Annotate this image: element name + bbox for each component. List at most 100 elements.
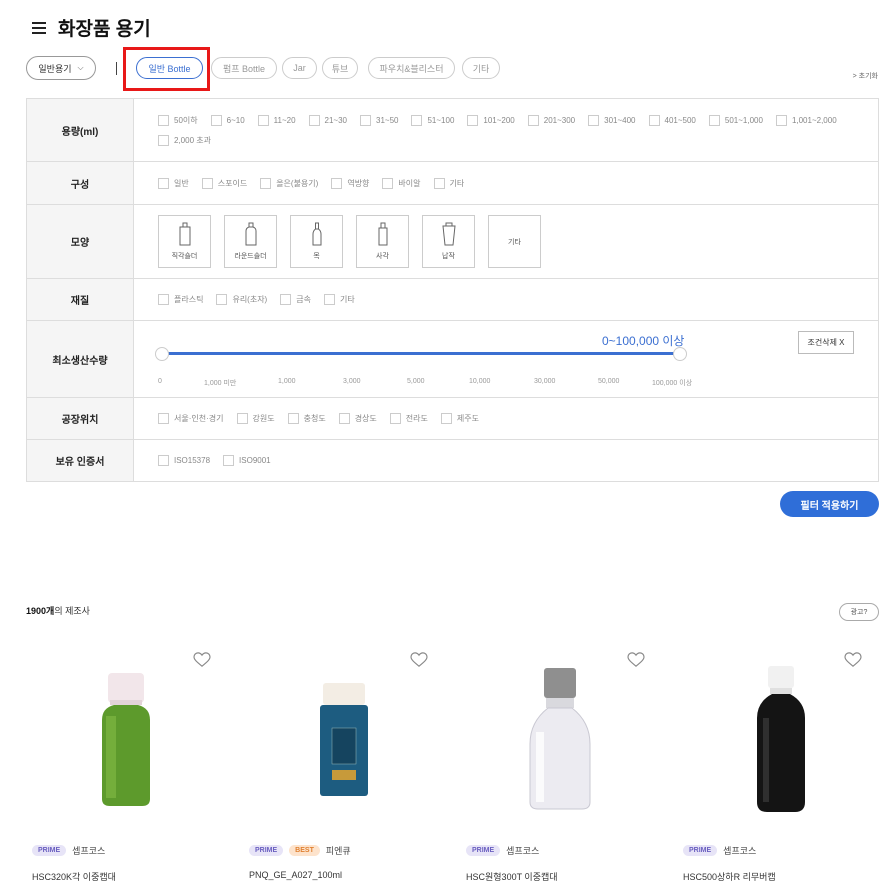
- filter-option[interactable]: ISO15378: [158, 455, 210, 466]
- filter-option[interactable]: 경상도: [338, 413, 377, 424]
- filter-option[interactable]: 기타: [433, 177, 464, 189]
- product-card[interactable]: PRIME 셉프코스 HSC320K각 이중캡대: [26, 650, 236, 890]
- checkbox[interactable]: [158, 177, 169, 189]
- filter-option[interactable]: 21~30: [308, 114, 347, 126]
- checkbox[interactable]: [216, 294, 228, 305]
- category-select[interactable]: 일반용기 ⌵: [26, 56, 96, 80]
- checkbox[interactable]: [389, 413, 401, 424]
- product-name[interactable]: PNQ_GE_A027_100ml: [249, 870, 342, 880]
- moq-slider-min-handle[interactable]: [155, 347, 169, 361]
- shape-option-square-shoulder[interactable]: 직각숄더: [158, 215, 211, 268]
- checkbox[interactable]: [648, 114, 660, 126]
- moq-slider: 0~100,000 이상 0 1,000 미만 1,000 3,000 5,00…: [155, 321, 854, 397]
- checkbox[interactable]: [236, 413, 248, 424]
- filter-option[interactable]: 201~300: [527, 114, 575, 126]
- checkbox[interactable]: [323, 294, 335, 305]
- checkbox[interactable]: [158, 134, 169, 146]
- filter-label-capacity: 용량(ml): [27, 99, 134, 161]
- category-pill-pouch-blister[interactable]: 파우치&블리스터: [368, 57, 455, 79]
- checkbox[interactable]: [775, 114, 787, 126]
- filter-option[interactable]: 101~200: [467, 114, 515, 126]
- checkbox[interactable]: [158, 455, 169, 466]
- filter-option[interactable]: 11~20: [257, 114, 296, 126]
- filter-option[interactable]: 제주도: [440, 413, 479, 424]
- checkbox[interactable]: [338, 413, 350, 424]
- checkbox[interactable]: [223, 455, 235, 466]
- reset-link[interactable]: > 초기화: [853, 71, 878, 81]
- filter-option-label: 301~400: [604, 115, 636, 125]
- filter-option[interactable]: 플라스틱: [158, 294, 203, 305]
- shape-option-neck[interactable]: 목: [290, 215, 343, 268]
- clear-conditions-button[interactable]: 조건삭제 X: [798, 331, 854, 354]
- filter-option[interactable]: 일반: [158, 177, 189, 189]
- product-card[interactable]: PRIME 셉프코스 HSC원형300T 이중캡대: [460, 650, 670, 890]
- checkbox[interactable]: [467, 114, 479, 126]
- product-badges: PRIME 셉프코스: [683, 844, 756, 857]
- apply-filter-button[interactable]: 필터 적용하기: [780, 491, 879, 517]
- filter-option[interactable]: 바이알: [382, 177, 421, 189]
- product-card[interactable]: PRIME BEST 피엔큐 PNQ_GE_A027_100ml: [243, 650, 453, 890]
- category-pill-jar[interactable]: Jar: [282, 57, 317, 79]
- product-name[interactable]: HSC320K각 이중캡대: [32, 870, 116, 883]
- filter-label-material: 재질: [27, 279, 134, 320]
- moq-slider-track[interactable]: [163, 352, 680, 355]
- filter-option[interactable]: 301~400: [588, 114, 636, 126]
- checkbox[interactable]: [331, 177, 343, 189]
- checkbox[interactable]: [382, 177, 394, 189]
- product-name[interactable]: HSC원형300T 이중캡대: [466, 870, 558, 883]
- filter-option[interactable]: 50이하: [158, 114, 198, 126]
- checkbox[interactable]: [260, 177, 272, 189]
- hamburger-menu-icon[interactable]: [32, 21, 46, 34]
- checkbox[interactable]: [158, 114, 169, 126]
- shape-option-label: 라운드숄더: [234, 253, 267, 260]
- filter-option[interactable]: 2,000 초과: [158, 134, 211, 146]
- cert-options: ISO15378 ISO9001: [158, 440, 854, 481]
- checkbox[interactable]: [527, 114, 539, 126]
- checkbox[interactable]: [360, 114, 371, 126]
- checkbox[interactable]: [708, 114, 720, 126]
- category-pill-pump-bottle[interactable]: 펌프 Bottle: [211, 57, 277, 79]
- filter-option[interactable]: 강원도: [236, 413, 275, 424]
- checkbox[interactable]: [411, 114, 423, 126]
- checkbox[interactable]: [210, 114, 222, 126]
- checkbox[interactable]: [158, 294, 169, 305]
- checkbox[interactable]: [158, 413, 169, 424]
- shape-option-square[interactable]: 사각: [356, 215, 409, 268]
- filter-option[interactable]: 스포이드: [201, 177, 247, 189]
- filter-option[interactable]: 6~10: [210, 114, 245, 126]
- checkbox[interactable]: [257, 114, 269, 126]
- filter-option[interactable]: 501~1,000: [708, 114, 763, 126]
- filter-option[interactable]: 유리(초자): [216, 294, 267, 305]
- filter-option[interactable]: 전라도: [389, 413, 428, 424]
- filter-option-label: 기타: [339, 295, 355, 304]
- checkbox[interactable]: [440, 413, 452, 424]
- checkbox[interactable]: [201, 177, 213, 189]
- shape-option-etc[interactable]: 기타: [488, 215, 541, 268]
- filter-option[interactable]: 올은(불용기): [260, 177, 318, 189]
- ad-info-button[interactable]: 광고?: [839, 603, 879, 621]
- checkbox[interactable]: [588, 114, 600, 126]
- filter-option[interactable]: 금속: [280, 294, 311, 305]
- checkbox[interactable]: [433, 177, 445, 189]
- shape-option-round-shoulder[interactable]: 라운드숄더: [224, 215, 277, 268]
- filter-label-cert: 보유 인증서: [27, 440, 134, 481]
- moq-slider-max-handle[interactable]: [673, 347, 687, 361]
- category-pill-tube[interactable]: 튜브: [322, 57, 358, 79]
- shape-option-flat[interactable]: 납작: [422, 215, 475, 268]
- filter-option[interactable]: 역방향: [331, 177, 369, 189]
- filter-option[interactable]: 충청도: [287, 413, 326, 424]
- filter-option[interactable]: 기타: [323, 294, 355, 305]
- category-pill-etc[interactable]: 기타: [462, 57, 500, 79]
- product-name[interactable]: HSC500상하R 리무버캡: [683, 870, 776, 883]
- checkbox[interactable]: [280, 294, 292, 305]
- checkbox[interactable]: [287, 413, 299, 424]
- filter-option[interactable]: 1,001~2,000: [775, 114, 837, 126]
- checkbox[interactable]: [308, 114, 320, 126]
- product-card[interactable]: PRIME 셉프코스 HSC500상하R 리무버캡: [677, 650, 887, 890]
- capacity-options: 50이하 6~10 11~20 21~30 31~50 51~100 101~200 201~…: [158, 99, 854, 161]
- filter-option[interactable]: 51~100: [411, 114, 454, 126]
- filter-option[interactable]: 서울·인천·경기: [158, 413, 224, 424]
- filter-option[interactable]: 31~50: [360, 114, 398, 126]
- filter-option[interactable]: 401~500: [648, 114, 696, 126]
- filter-option[interactable]: ISO9001: [223, 455, 271, 466]
